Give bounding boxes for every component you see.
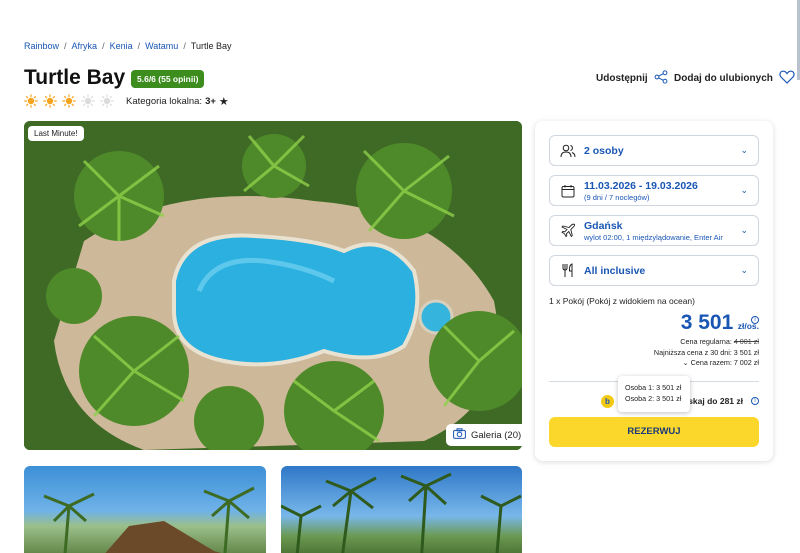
- local-category: Kategoria lokalna: 3+ ★: [126, 95, 229, 108]
- board-value: All inclusive: [584, 264, 646, 277]
- tooltip-person-2: Osoba 2: 3 501 zł: [625, 394, 682, 403]
- total-price: Cena razem: 7 002 zł: [690, 358, 759, 367]
- breadcrumb-link-kenia[interactable]: Kenia: [110, 41, 133, 51]
- sun-icon-filled: [62, 94, 76, 108]
- camera-icon: [453, 428, 466, 442]
- info-icon[interactable]: i: [751, 316, 759, 324]
- favorite-button[interactable]: Dodaj do ulubionych: [674, 70, 795, 87]
- gallery-button[interactable]: Galeria (20): [446, 424, 529, 446]
- gallery-thumbnail[interactable]: [281, 466, 522, 553]
- regular-price-value: 4 001 zł: [733, 337, 759, 346]
- discount-text: skaj do 281 zł: [688, 396, 743, 406]
- main-hotel-photo[interactable]: [24, 121, 522, 450]
- rainbow-b-logo-icon: b: [601, 395, 614, 408]
- chevron-down-icon: ⌄: [740, 145, 748, 155]
- breadcrumb-separator: /: [137, 41, 141, 51]
- breadcrumb-separator: /: [102, 41, 105, 51]
- breadcrumb-separator: /: [64, 41, 67, 51]
- share-icon: [654, 70, 668, 87]
- share-label: Udostępnij: [596, 73, 648, 84]
- plane-icon: [560, 223, 576, 239]
- price-details: Cena regularna: 4 001 zł Najniższa cena …: [549, 337, 759, 369]
- gallery-thumbnail[interactable]: [24, 466, 266, 553]
- tooltip-person-1: Osoba 1: 3 501 zł: [625, 383, 682, 392]
- heart-icon: [779, 70, 795, 87]
- cutlery-icon: [560, 263, 576, 279]
- last-minute-badge: Last Minute!: [28, 126, 84, 141]
- sun-icon-empty: [100, 94, 114, 108]
- reserve-button[interactable]: REZERWUJ: [549, 417, 759, 447]
- star-icon: ★: [218, 96, 229, 108]
- lowest-price-30-days: Najniższa cena z 30 dni: 3 501 zł: [653, 347, 759, 357]
- breadcrumb-link-afryka[interactable]: Afryka: [72, 41, 98, 51]
- category-label: Kategoria lokalna:: [126, 96, 203, 107]
- price-value: 3 501: [680, 311, 734, 334]
- regular-price-label: Cena regularna:: [680, 337, 732, 346]
- departure-city: Gdańsk: [584, 219, 623, 232]
- board-select[interactable]: All inclusive ⌄: [549, 255, 759, 286]
- favorite-label: Dodaj do ulubionych: [674, 73, 773, 84]
- breadcrumb-link-watamu[interactable]: Watamu: [145, 41, 178, 51]
- price-per-person-tooltip: Osoba 1: 3 501 zł Osoba 2: 3 501 zł: [618, 376, 690, 412]
- share-button[interactable]: Udostępnij: [596, 70, 668, 87]
- hotel-title: Turtle Bay: [24, 66, 126, 89]
- breadcrumb: Rainbow / Afryka / Kenia / Watamu / Turt…: [24, 41, 232, 51]
- persons-icon: [560, 143, 576, 159]
- dates-select[interactable]: 11.03.2026 - 19.03.2026 (9 dni / 7 nocle…: [549, 175, 759, 206]
- chevron-down-icon: ⌄: [682, 358, 689, 367]
- sun-rating: [24, 94, 114, 108]
- price-block: 3 501 zł/os. i: [549, 311, 759, 335]
- sun-icon-empty: [81, 94, 95, 108]
- breadcrumb-link-rainbow[interactable]: Rainbow: [24, 41, 59, 51]
- chevron-down-icon: ⌄: [740, 185, 748, 195]
- total-price-line[interactable]: ⌄ Cena razem: 7 002 zł: [549, 358, 759, 369]
- category-value: 3+: [205, 96, 216, 107]
- persons-value: 2 osoby: [584, 144, 624, 157]
- room-description: 1 x Pokój (Pokój z widokiem na ocean): [549, 296, 695, 306]
- rating-badge[interactable]: 5.6/6 (55 opinii): [131, 70, 205, 88]
- chevron-down-icon: ⌄: [740, 265, 748, 275]
- dates-value: 11.03.2026 - 19.03.2026: [584, 179, 698, 192]
- breadcrumb-current: Turtle Bay: [190, 41, 232, 51]
- calendar-icon: [560, 183, 576, 199]
- info-icon[interactable]: i: [751, 397, 759, 405]
- sun-icon-filled: [24, 94, 38, 108]
- dates-duration: (9 dni / 7 noclegów): [584, 192, 650, 202]
- regular-price-line: Cena regularna: 4 001 zł: [549, 337, 759, 348]
- departure-select[interactable]: Gdańsk wylot 02:00, 1 międzylądowanie, E…: [549, 215, 759, 246]
- chevron-down-icon: ⌄: [740, 225, 748, 235]
- departure-details: wylot 02:00, 1 międzylądowanie, Enter Ai…: [584, 232, 723, 242]
- sun-icon-filled: [43, 94, 57, 108]
- gallery-label: Galeria (20): [471, 429, 522, 441]
- persons-select[interactable]: 2 osoby ⌄: [549, 135, 759, 166]
- breadcrumb-separator: /: [183, 41, 186, 51]
